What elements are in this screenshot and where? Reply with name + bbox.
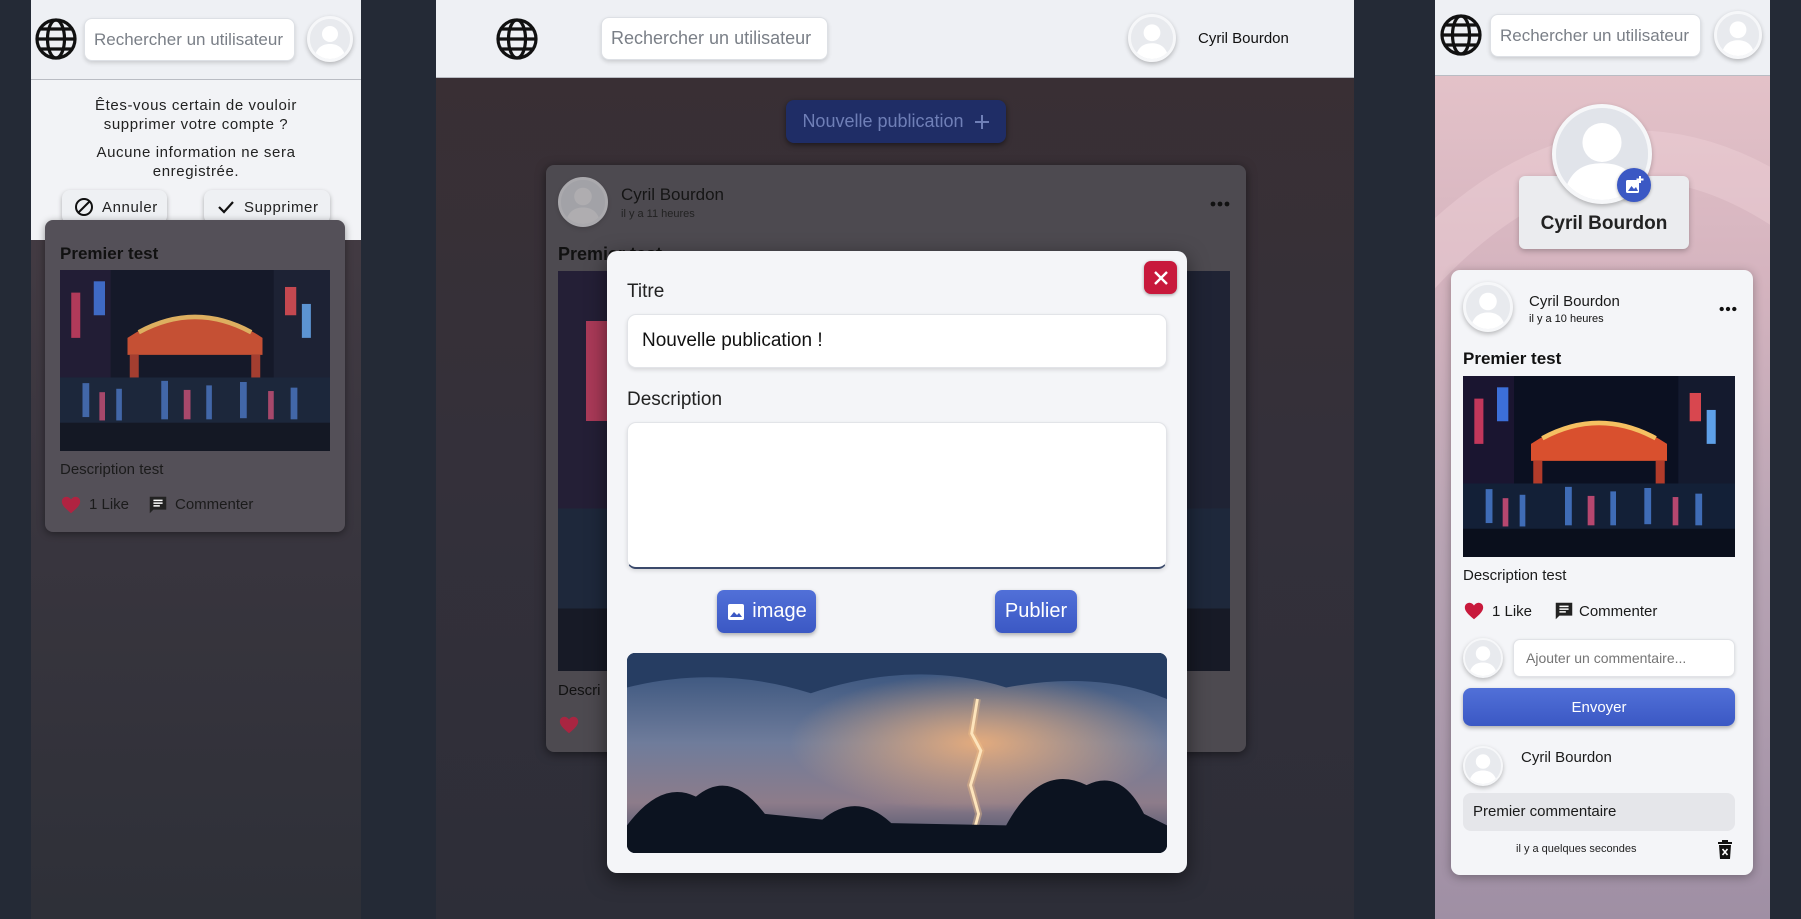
- comment-button[interactable]: Commenter: [175, 496, 253, 513]
- user-avatar-icon: [1466, 285, 1510, 329]
- description-label: Description: [627, 389, 723, 410]
- globe-icon[interactable]: [1439, 13, 1483, 57]
- user-avatar[interactable]: [1714, 11, 1762, 59]
- globe-icon[interactable]: [34, 17, 78, 61]
- search-input[interactable]: Rechercher un utilisateur: [601, 17, 828, 60]
- image-button[interactable]: image: [717, 590, 816, 633]
- user-avatar-icon: [1465, 640, 1501, 676]
- more-dots-icon[interactable]: [1210, 201, 1230, 207]
- more-dots-icon[interactable]: [1719, 306, 1737, 312]
- heart-icon[interactable]: [1463, 600, 1485, 622]
- panel-profile: Rechercher un utilisateur Cyril Bourdon …: [1435, 0, 1770, 919]
- trash-icon[interactable]: [1716, 840, 1734, 860]
- comment-author-avatar[interactable]: [1463, 746, 1503, 786]
- publish-button[interactable]: Publier: [995, 590, 1077, 633]
- cancel-label: Annuler: [102, 198, 158, 216]
- like-count: 1 Like: [1492, 603, 1533, 620]
- search-input[interactable]: Rechercher un utilisateur: [1490, 14, 1701, 57]
- top-bar: Rechercher un utilisateur: [31, 0, 361, 80]
- cancel-button[interactable]: Annuler: [62, 190, 167, 224]
- comment-icon[interactable]: [147, 494, 169, 516]
- new-post-modal: Titre Description image Publier: [607, 251, 1187, 873]
- new-post-button[interactable]: Nouvelle publication: [786, 100, 1006, 143]
- user-avatar-icon: [561, 180, 605, 224]
- delete-confirm-button[interactable]: Supprimer: [204, 190, 330, 224]
- image-preview: [627, 653, 1167, 853]
- image-icon: [728, 603, 745, 620]
- delete-label: Supprimer: [244, 198, 319, 216]
- panel-delete-account: Rechercher un utilisateur Êtes-vous cert…: [31, 0, 361, 919]
- new-post-label: Nouvelle publication: [802, 111, 964, 131]
- comment-input[interactable]: [1513, 639, 1735, 677]
- search-input[interactable]: Rechercher un utilisateur: [84, 18, 295, 61]
- globe-icon[interactable]: [495, 17, 539, 61]
- comment-icon[interactable]: [1553, 600, 1575, 622]
- post-title: Premier test: [60, 244, 159, 263]
- send-button[interactable]: Envoyer: [1463, 688, 1735, 726]
- user-avatar-icon: [310, 19, 350, 59]
- post-image: [1463, 376, 1735, 557]
- comment-bubble: Premier commentaire: [1463, 793, 1735, 831]
- top-bar: Rechercher un utilisateur: [1435, 0, 1770, 76]
- confirm-question: Êtes-vous certain de vouloir supprimer v…: [95, 97, 297, 133]
- cancel-circle-icon: [75, 198, 93, 216]
- change-avatar-button[interactable]: [1617, 168, 1651, 202]
- image-button-label: image: [752, 600, 807, 622]
- user-avatar-icon: [1131, 17, 1173, 59]
- comment-time: il y a quelques secondes: [1516, 843, 1637, 855]
- heart-icon[interactable]: [60, 494, 82, 516]
- close-icon: [1153, 270, 1168, 285]
- post-description: Descri: [558, 682, 601, 699]
- user-avatar[interactable]: [307, 16, 353, 62]
- comment-button[interactable]: Commenter: [1579, 603, 1657, 620]
- title-label: Titre: [627, 281, 665, 302]
- post-card: Cyril Bourdon il y a 10 heures Premier t…: [1451, 270, 1753, 875]
- plus-icon: [974, 114, 989, 129]
- description-textarea[interactable]: [627, 422, 1167, 569]
- check-icon: [218, 201, 234, 214]
- post-author[interactable]: Cyril Bourdon: [621, 185, 724, 205]
- publish-button-label: Publier: [1004, 600, 1068, 622]
- heart-icon[interactable]: [558, 714, 580, 736]
- user-avatar[interactable]: [1128, 14, 1176, 62]
- post-card: Premier test Description test 1 Like Com…: [45, 220, 345, 532]
- user-avatar-icon: [1465, 748, 1501, 784]
- post-author[interactable]: Cyril Bourdon: [1529, 293, 1620, 310]
- top-bar: Rechercher un utilisateur Cyril Bourdon: [436, 0, 1354, 78]
- post-description: Description test: [1463, 567, 1567, 584]
- post-image: [60, 270, 330, 451]
- title-input[interactable]: [627, 314, 1167, 368]
- user-name[interactable]: Cyril Bourdon: [1198, 30, 1289, 47]
- post-title: Premier test: [1463, 349, 1562, 368]
- send-button-label: Envoyer: [1571, 698, 1627, 716]
- user-avatar-icon: [1717, 14, 1759, 56]
- delete-account-dialog: Êtes-vous certain de vouloir supprimer v…: [31, 80, 361, 240]
- author-avatar[interactable]: [558, 177, 608, 227]
- comment-author[interactable]: Cyril Bourdon: [1521, 749, 1612, 766]
- post-time: il y a 11 heures: [621, 208, 695, 220]
- add-photo-icon: [1626, 176, 1644, 193]
- like-count: 1 Like: [89, 496, 130, 513]
- post-description: Description test: [60, 461, 164, 478]
- post-time: il y a 10 heures: [1529, 313, 1604, 325]
- author-avatar[interactable]: [1463, 282, 1513, 332]
- confirm-info: Aucune information ne sera enregistrée.: [96, 144, 296, 180]
- close-button[interactable]: [1144, 261, 1177, 294]
- panel-new-post: Rechercher un utilisateur Cyril Bourdon …: [436, 0, 1354, 919]
- commenter-avatar: [1463, 638, 1503, 678]
